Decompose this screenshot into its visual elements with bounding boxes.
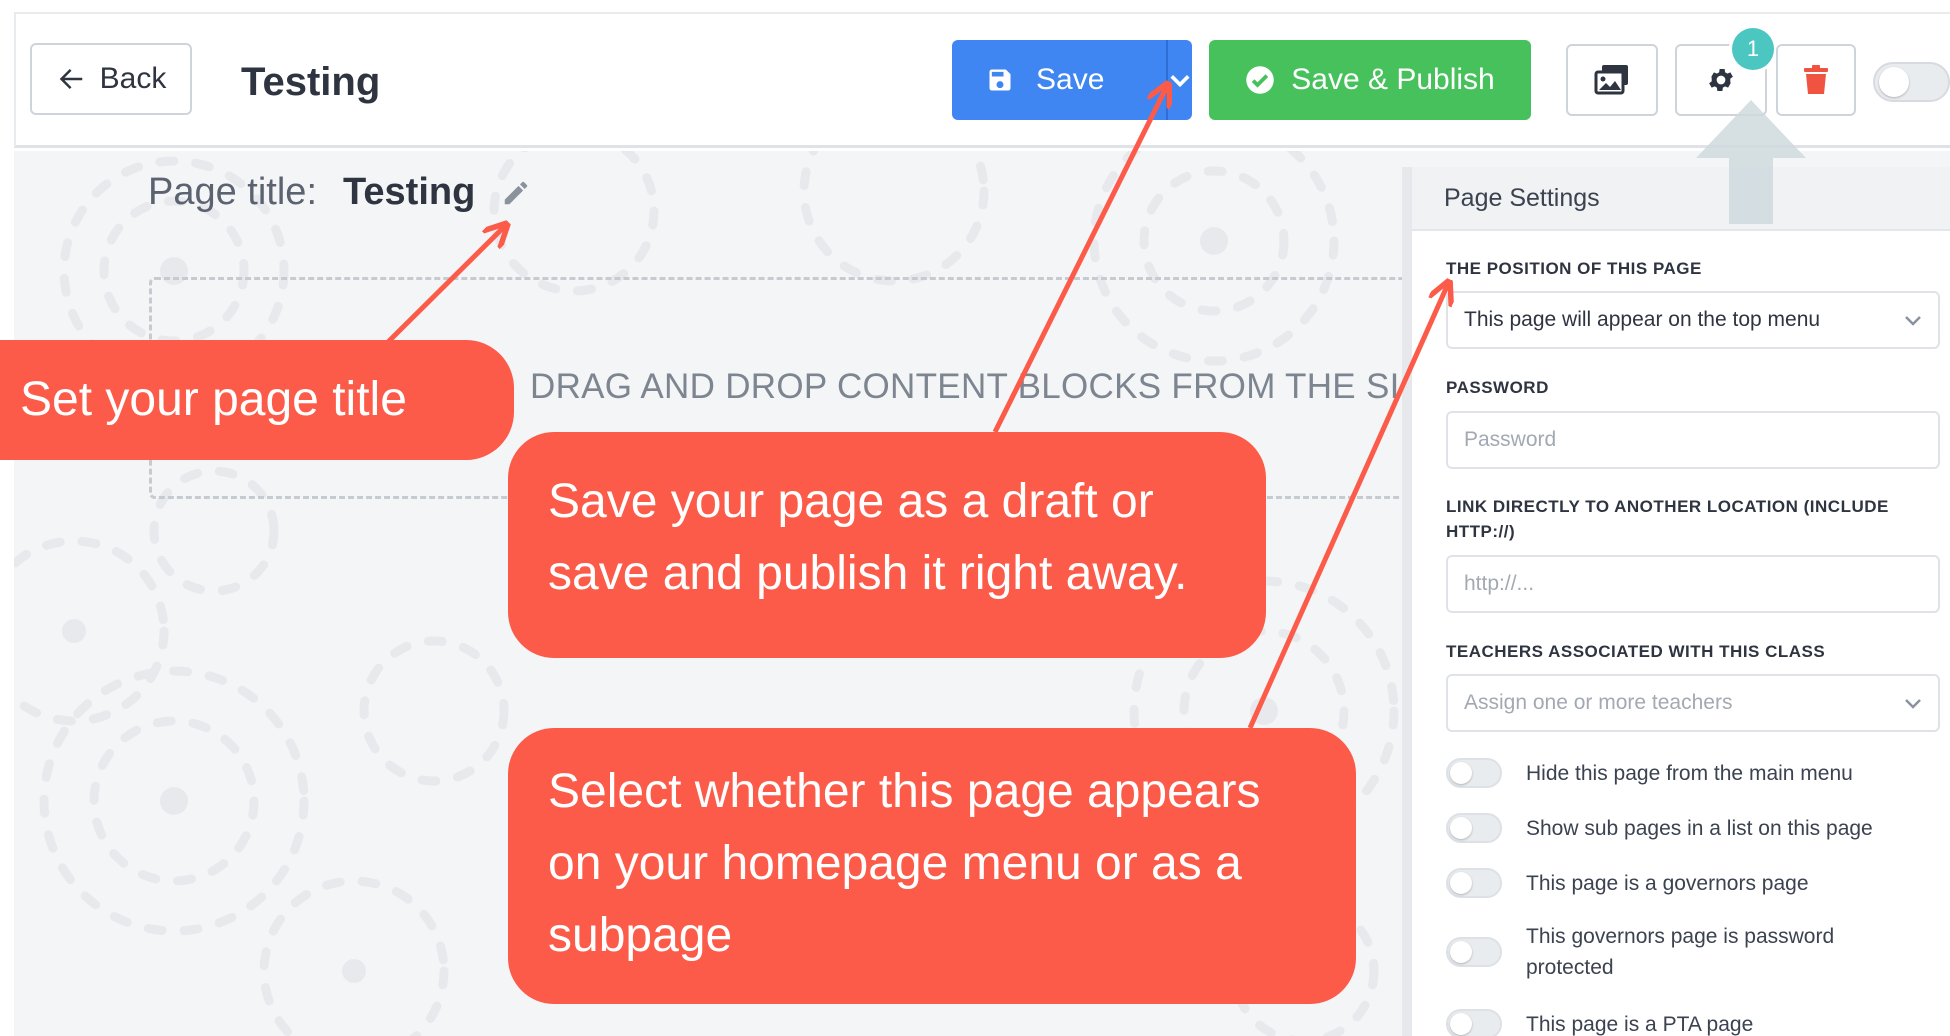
toggle-row-hide-from-menu: Hide this page from the main menu — [1446, 758, 1926, 789]
toggle-row-pta-page: This page is a PTA page — [1446, 1009, 1926, 1036]
panel-header: Page Settings — [1412, 167, 1950, 231]
position-select[interactable]: This page will appear on the top menu — [1446, 291, 1940, 349]
teachers-placeholder: Assign one or more teachers — [1464, 691, 1733, 714]
governors-page-toggle[interactable] — [1446, 868, 1502, 898]
toggle-row-show-subpages: Show sub pages in a list on this page — [1446, 813, 1926, 844]
save-label: Save — [1036, 63, 1105, 96]
toggle-row-governors-page: This page is a governors page — [1446, 868, 1926, 899]
toggle-label: This governors page is password protecte… — [1526, 925, 1835, 979]
images-icon — [1594, 65, 1628, 95]
page-title-value[interactable]: Testing — [343, 171, 475, 214]
page-title-row: Page title: Testing — [148, 171, 531, 214]
page-settings-panel: Page Settings THE POSITION OF THIS PAGE … — [1402, 167, 1950, 1036]
publish-label: Save & Publish — [1291, 63, 1495, 96]
governors-password-toggle[interactable] — [1446, 937, 1502, 967]
hide-from-menu-toggle[interactable] — [1446, 758, 1502, 788]
position-label: THE POSITION OF THIS PAGE — [1446, 259, 1702, 278]
floppy-disk-icon — [989, 69, 1011, 91]
link-placeholder: http://... — [1464, 572, 1535, 595]
toggle-label: This page is a governors page — [1526, 872, 1809, 895]
save-and-publish-button[interactable]: Save & Publish — [1209, 40, 1531, 120]
toggle-label: This page is a PTA page — [1526, 1013, 1754, 1036]
password-label: PASSWORD — [1446, 378, 1549, 397]
save-options-dropdown[interactable] — [1168, 69, 1192, 91]
callout-page-title: Set your page title — [0, 340, 514, 460]
page-name-heading: Testing — [241, 60, 381, 104]
show-subpages-toggle[interactable] — [1446, 813, 1502, 843]
teachers-label: TEACHERS ASSOCIATED WITH THIS CLASS — [1446, 642, 1826, 661]
position-value: This page will appear on the top menu — [1464, 308, 1821, 331]
callout-page-position: Select whether this page appears on your… — [508, 728, 1356, 1004]
page-visibility-toggle[interactable] — [1873, 62, 1950, 102]
chevron-down-icon — [1905, 316, 1921, 326]
gear-icon — [1709, 69, 1733, 91]
delete-page-button[interactable] — [1776, 44, 1856, 116]
save-button[interactable]: Save — [952, 63, 1166, 97]
back-button[interactable]: Back — [30, 43, 192, 115]
callout-save: Save your page as a draft or save and pu… — [508, 432, 1266, 658]
chevron-down-icon — [1170, 75, 1190, 88]
arrow-left-icon — [59, 69, 82, 89]
pta-page-toggle[interactable] — [1446, 1009, 1502, 1036]
media-button[interactable] — [1566, 44, 1658, 116]
teachers-select[interactable]: Assign one or more teachers — [1446, 674, 1940, 732]
pencil-icon[interactable] — [501, 178, 531, 208]
drop-zone-hint: DRAG AND DROP CONTENT BLOCKS FROM THE SI… — [530, 367, 1483, 406]
chevron-down-icon — [1905, 699, 1921, 709]
password-field[interactable]: Password — [1446, 411, 1940, 469]
toggle-knob — [1879, 67, 1909, 97]
trash-icon — [1804, 65, 1828, 94]
link-field[interactable]: http://... — [1446, 555, 1940, 613]
notification-badge: 1 — [1732, 28, 1774, 70]
password-placeholder: Password — [1464, 428, 1557, 451]
toggle-label: Show sub pages in a list on this page — [1526, 817, 1873, 840]
check-circle-icon — [1246, 66, 1275, 94]
toggle-label: Hide this page from the main menu — [1526, 762, 1853, 785]
toggle-row-governors-password: This governors page is password protecte… — [1446, 921, 1926, 983]
page-title-label: Page title: — [148, 171, 317, 213]
save-button-group: Save — [952, 40, 1192, 120]
back-label: Back — [99, 62, 167, 95]
link-label: LINK DIRECTLY TO ANOTHER LOCATION (INCLU… — [1446, 497, 1889, 541]
